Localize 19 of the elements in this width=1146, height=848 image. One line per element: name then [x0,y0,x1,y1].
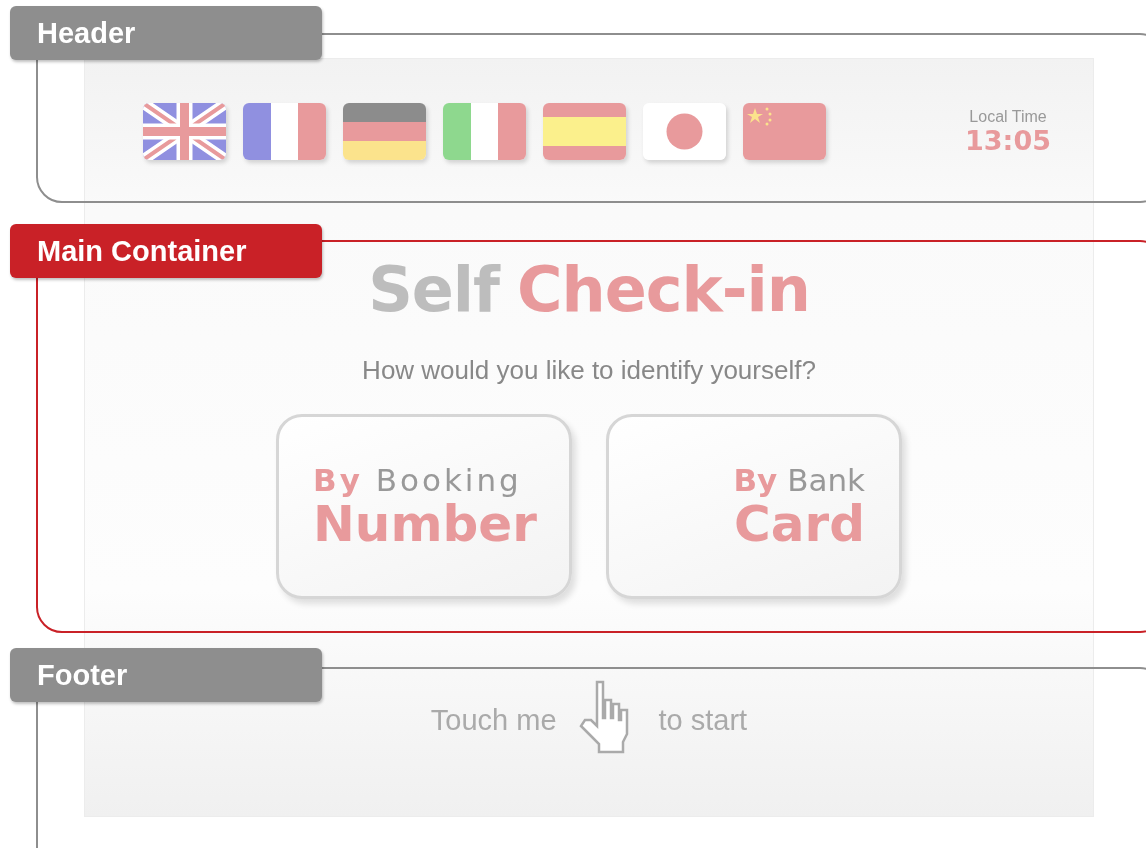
annotation-label: Header [10,6,322,60]
annotation-label: Main Container [10,224,322,278]
title-text: Self [368,259,500,321]
footer-text: to start [658,703,748,737]
flag-button[interactable] [743,103,826,160]
flag-button[interactable] [243,103,326,160]
option-button[interactable]: By Booking Number [276,414,572,599]
title-text: Check-in [517,259,810,321]
flag-button[interactable] [343,103,426,160]
flag-button[interactable] [443,103,526,160]
question-text: How would you like to identify yourself? [362,355,816,386]
annotation-label: Footer [10,648,322,702]
clock-label: Local Time [969,107,1047,126]
flag-button[interactable] [143,103,226,160]
flag-button[interactable] [643,103,726,160]
option-button[interactable]: By Bank Card [606,414,902,599]
flag-button[interactable] [543,103,626,160]
clock-time: 13:05 [965,125,1051,156]
footer-text: Touch me [430,703,557,737]
